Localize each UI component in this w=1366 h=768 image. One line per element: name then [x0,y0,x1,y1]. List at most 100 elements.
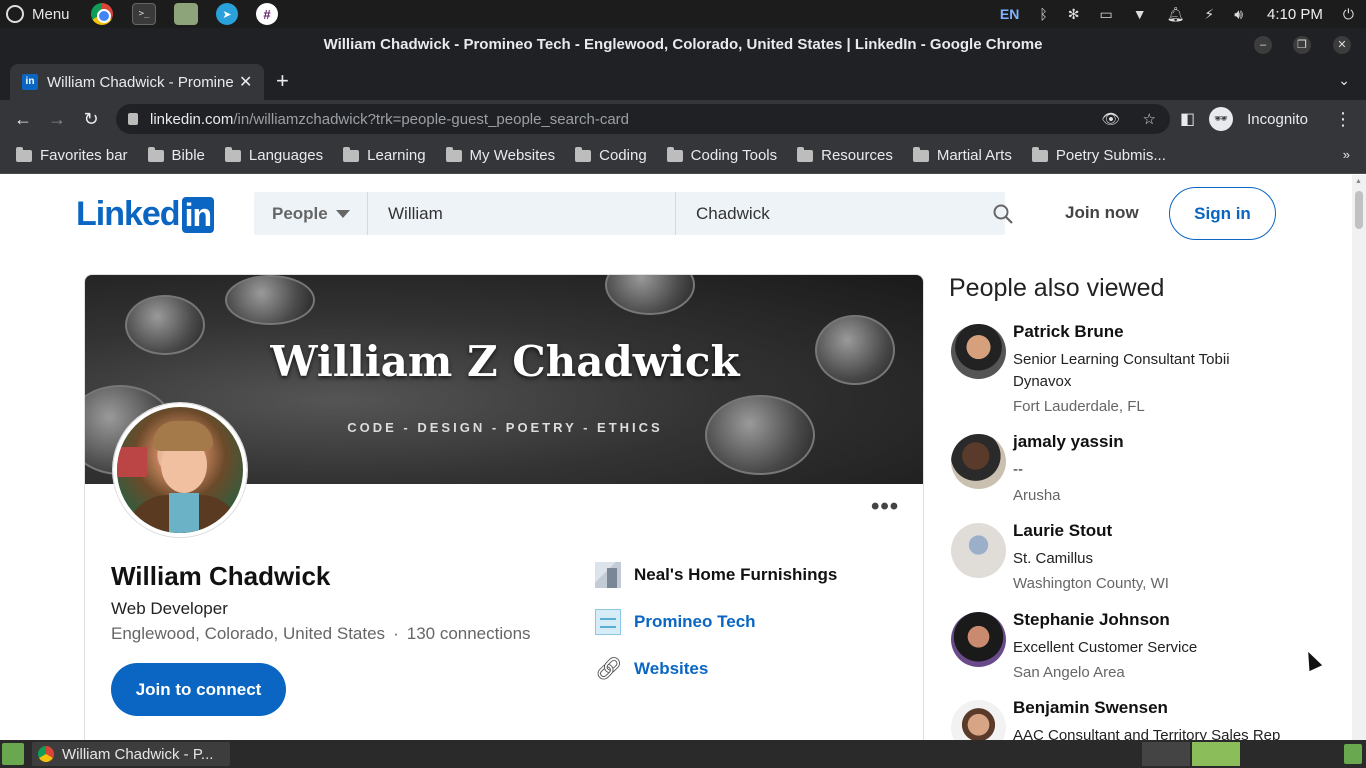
person-avatar [951,434,1006,489]
bookmark-folder[interactable]: My Websites [445,146,555,164]
workspace-1[interactable] [1142,742,1190,766]
display-icon[interactable]: ▭ [1100,6,1113,23]
school-icon [595,609,621,635]
scroll-up-icon[interactable]: ▲ [1355,178,1362,185]
bookmark-folder[interactable]: Bible [147,146,205,164]
folder-icon [1031,146,1048,162]
sign-in-button[interactable]: Sign in [1169,187,1276,240]
bookmark-folder[interactable]: Martial Arts [912,146,1012,164]
telegram-launcher-icon[interactable]: ➤ [216,3,238,25]
folder-icon [343,146,360,162]
bookmark-folder[interactable]: Coding [575,146,647,164]
slack-launcher-icon[interactable]: # [256,3,278,25]
bookmark-folder[interactable]: Coding Tools [666,146,777,164]
slack-tray-icon[interactable]: ✻ [1068,6,1080,23]
shutdown-icon[interactable]: ⏻ [1343,6,1354,23]
folder-icon [797,146,814,162]
list-item[interactable]: Laurie Stout St. Camillus Washington Cou… [949,521,1289,601]
close-tab-icon[interactable]: ✕ [239,72,252,92]
company-icon [595,562,621,588]
banner-title: William Z Chadwick [270,337,740,386]
person-headline: Excellent Customer Service [1013,639,1198,656]
incognito-icon[interactable]: 🕶︎ [1209,107,1234,131]
last-name-input[interactable]: Chadwick [676,192,984,235]
folder-icon [16,146,32,162]
list-item[interactable]: Benjamin Swensen AAC Consultant and Terr… [949,698,1289,740]
person-headline: St. Camillus [1013,550,1094,567]
profile-location-line: Englewood, Colorado, United States · 130 c… [111,624,531,643]
bookmark-label: Resources [821,147,893,164]
list-item[interactable]: jamaly yassin -- Arusha [949,432,1289,512]
power-status-icon[interactable]: ⚡︎ [1204,6,1214,23]
mint-logo-icon [6,5,24,23]
first-name-input[interactable]: William [368,192,676,235]
join-now-link[interactable]: Join now [1065,203,1139,223]
notifications-icon[interactable]: 🔔︎ [1167,6,1185,23]
chrome-launcher-icon[interactable] [90,3,114,25]
trash-icon[interactable] [1344,744,1362,764]
new-tab-button[interactable]: + [276,70,289,92]
bookmarks-bar: Favorites bar Bible Languages Learning M… [0,138,1366,174]
maximize-button[interactable]: ❐ [1293,36,1311,54]
show-desktop-icon[interactable] [2,743,24,765]
profile-connections: 130 connections [406,624,531,643]
lock-icon[interactable] [128,113,138,125]
os-menu-label: Menu [32,5,70,23]
files-launcher-icon[interactable] [174,3,198,25]
bookmark-folder[interactable]: Languages [224,146,323,164]
workspace-2[interactable] [1192,742,1240,766]
tab-linkedin[interactable]: in William Chadwick - Promineo Tech - En… [10,64,264,100]
current-company-item[interactable]: Neal's Home Furnishings [595,562,837,588]
reload-button[interactable]: ↻ [74,109,108,130]
close-window-button[interactable]: ✕ [1333,36,1351,54]
search-icon[interactable] [991,202,1015,226]
bookmark-folder[interactable]: Learning [343,146,426,164]
minimize-button[interactable]: – [1254,36,1272,54]
folder-icon [912,146,929,162]
join-to-connect-button[interactable]: Join to connect [111,663,286,716]
list-item[interactable]: Patrick Brune Senior Learning Consultant… [949,322,1289,422]
incognito-label[interactable]: Incognito [1247,111,1308,128]
terminal-launcher-icon[interactable]: >_ [132,3,156,25]
clock[interactable]: 4:10 PM [1267,6,1323,23]
taskbar-window-chrome[interactable]: William Chadwick - P... [32,742,230,766]
wifi-icon[interactable]: ▼ [1133,6,1147,22]
os-menu-button[interactable]: Menu [0,5,84,23]
person-location: Fort Lauderdale, FL [1013,398,1145,415]
back-button[interactable]: ← [6,109,40,130]
linkedin-logo[interactable]: Linked in [76,195,215,234]
tab-search-chevron-icon[interactable]: ⌄ [1338,72,1350,89]
bookmark-folder[interactable]: Favorites bar [16,146,128,164]
bluetooth-icon[interactable]: ᛒ [1039,6,1047,22]
person-name: jamaly yassin [1013,432,1124,451]
browser-toolbar: ← → ↻ linkedin.com/in/williamzchadwick?t… [0,100,1366,138]
education-item[interactable]: Promineo Tech [595,609,756,635]
tab-title: William Chadwick - Promineo Tech - Engle… [47,73,233,91]
websites-item[interactable]: 🔗︎ Websites [595,656,708,682]
more-bookmarks-icon[interactable]: » [1343,147,1350,162]
bookmark-folder[interactable]: Resources [797,146,893,164]
scrollbar-thumb[interactable] [1355,191,1363,229]
taskbar-window-label: William Chadwick - P... [62,745,214,763]
keyboard-layout-indicator[interactable]: EN [1000,6,1019,22]
volume-icon[interactable]: 🔊︎ [1234,6,1243,23]
more-options-icon[interactable]: ••• [871,495,899,519]
page-scrollbar[interactable]: ▲ [1352,175,1366,740]
os-top-panel: Menu >_ ➤ # EN ᛒ ✻ ▭ ▼ 🔔︎ ⚡︎ 🔊︎ 4:10 PM … [0,0,1366,28]
profile-avatar[interactable] [113,403,247,537]
address-bar[interactable]: linkedin.com/in/williamzchadwick?trk=peo… [116,104,1170,134]
mouse-cursor-icon [1301,648,1323,672]
profile-name: William Chadwick [111,561,331,591]
tracking-protection-icon[interactable]: 👁︎ [1102,110,1121,128]
list-item[interactable]: Stephanie Johnson Excellent Customer Ser… [949,610,1289,690]
side-panel-icon[interactable]: ◧ [1180,109,1195,129]
chrome-menu-icon[interactable]: ⋮ [1334,109,1352,130]
bookmark-star-icon[interactable]: ☆ [1143,110,1156,128]
url-path: /in/williamzchadwick?trk=people-guest_pe… [233,110,629,128]
bookmark-folder[interactable]: Poetry Submis... [1031,146,1166,164]
forward-button[interactable]: → [40,109,74,130]
person-headline: AAC Consultant and Territory Sales Rep [1013,727,1281,740]
window-title: William Chadwick - Promineo Tech - Engle… [323,36,1043,53]
search-type-dropdown[interactable]: People [254,192,368,235]
person-avatar [951,612,1006,667]
